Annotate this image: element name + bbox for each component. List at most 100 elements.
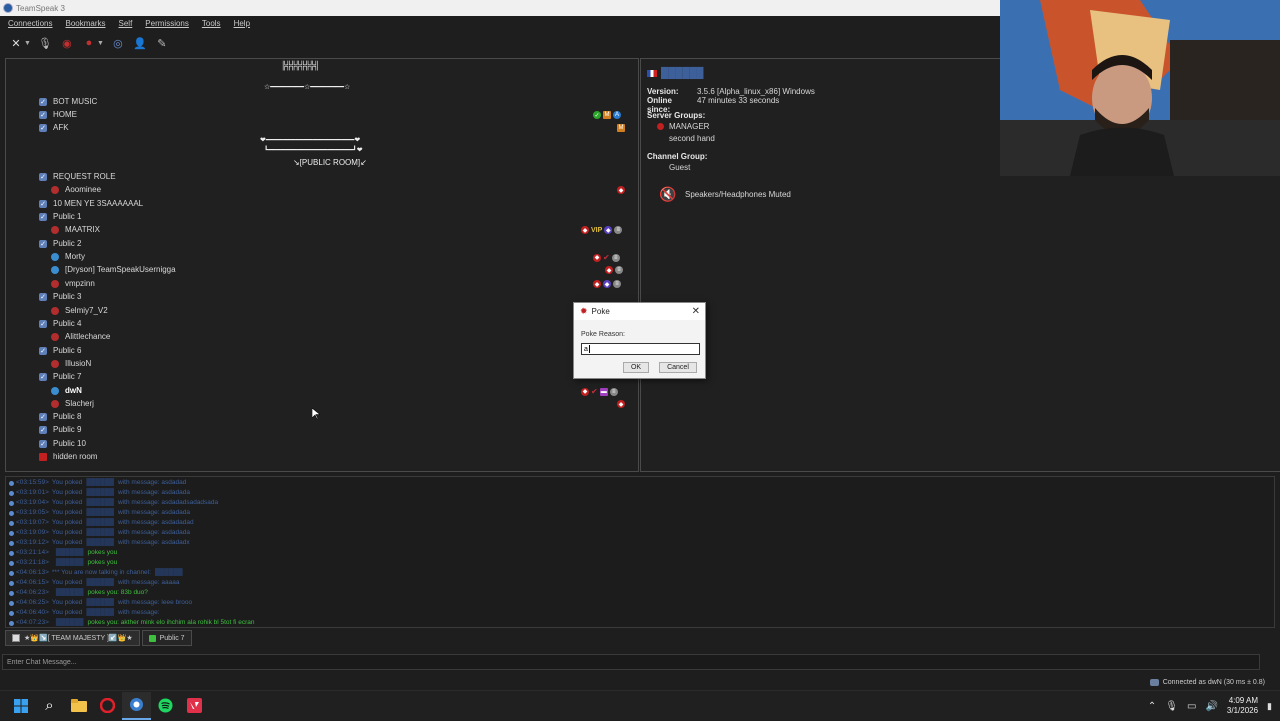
user-morty[interactable]: Morty (51, 250, 85, 263)
spotify-icon[interactable] (151, 692, 180, 720)
network-icon[interactable]: ▭ (1187, 701, 1196, 712)
user-aoominee[interactable]: Aoominee (51, 183, 101, 196)
chat-timestamp: <04:06:25> (16, 599, 49, 606)
channel-public-6[interactable]: ✓ Public 6 (39, 344, 81, 357)
chat-username[interactable]: ██████ (86, 598, 114, 608)
chat-username[interactable]: ██████ (86, 528, 114, 538)
channel-bot-music[interactable]: ✓ BOT MUSIC (39, 95, 97, 108)
menu-tools[interactable]: Tools (202, 19, 221, 28)
tab-public-7[interactable]: Public 7 (141, 630, 192, 646)
chevron-down-icon[interactable]: ▼ (24, 40, 31, 47)
chat-username[interactable]: ██████ (86, 478, 114, 488)
disconnect-icon[interactable]: ✕ (8, 35, 24, 51)
message-icon (9, 560, 14, 566)
valorant-icon[interactable] (180, 692, 209, 720)
chat-username[interactable]: ██████ (86, 498, 114, 508)
chat-username[interactable]: ██████ (86, 488, 114, 498)
shield-badge-icon: ◆ (605, 266, 613, 274)
chat-prefix: You poked (51, 529, 83, 536)
user-selmiy7[interactable]: Selmiy7_V2 (51, 304, 108, 317)
channel-public-3[interactable]: ✓ Public 3 (39, 290, 81, 303)
user-dwn[interactable]: dwN (51, 384, 82, 397)
menu-permissions[interactable]: Permissions (145, 19, 189, 28)
volume-icon[interactable]: 🔊 (1205, 701, 1217, 712)
shield-purple-icon: ◆ (604, 226, 613, 234)
message-icon (9, 570, 14, 576)
chat-message: <03:19:07> You poked ██████ with message: a… (6, 518, 1274, 528)
chat-username[interactable]: ██████ (56, 558, 84, 568)
chat-timestamp: <03:19:05> (16, 509, 49, 516)
channel-public-10[interactable]: ✓ Public 10 (39, 437, 86, 450)
chevron-up-icon[interactable]: ⌃ (1148, 701, 1156, 712)
chat-username[interactable]: ██████ (86, 538, 114, 548)
contacts-icon[interactable]: 👤 (132, 35, 148, 51)
menu-help[interactable]: Help (234, 19, 250, 28)
channel-public-2[interactable]: ✓ Public 2 (39, 237, 81, 250)
menu-connections[interactable]: Connections (8, 19, 52, 28)
channel-public-8[interactable]: ✓ Public 8 (39, 410, 81, 423)
message-icon (9, 600, 14, 606)
connection-icon (1149, 678, 1159, 686)
chat-username[interactable]: ██████ (86, 508, 114, 518)
menu-bookmarks[interactable]: Bookmarks (65, 19, 105, 28)
menu-self[interactable]: Self (119, 19, 133, 28)
chat-username[interactable]: ██████ (86, 518, 114, 528)
version-label: Version: (647, 87, 679, 96)
chat-log[interactable]: <03:15:59> You poked ██████ with message: a… (5, 476, 1275, 628)
channel-home[interactable]: ✓ HOME (39, 108, 77, 121)
dialog-title: Poke (591, 307, 610, 316)
chat-icon[interactable]: ◎ (110, 35, 126, 51)
chat-username[interactable]: ██████ (155, 568, 183, 578)
ok-button[interactable]: OK (623, 362, 649, 373)
user-slacherj[interactable]: Slacherj (51, 397, 94, 410)
opera-icon[interactable] (93, 692, 122, 720)
search-icon[interactable]: ⌕ (35, 692, 64, 720)
speaker-mute-icon[interactable]: ◉ (59, 35, 75, 51)
file-explorer-icon[interactable] (64, 692, 93, 720)
chevron-down-icon[interactable]: ▼ (97, 40, 104, 47)
user-vmpzinn[interactable]: vmpzinn (51, 277, 95, 290)
channel-public-4[interactable]: ✓ Public 4 (39, 317, 81, 330)
chat-username[interactable]: ██████ (56, 548, 84, 558)
windows-start-icon[interactable] (6, 692, 35, 720)
chat-prefix: You poked (51, 509, 83, 516)
user-dryson[interactable]: [Dryson] TeamSpeakUsernigga (51, 263, 176, 276)
message-icon (9, 590, 14, 596)
channel-hidden-room[interactable]: hidden room (39, 450, 97, 463)
channel-public-7[interactable]: ✓ Public 7 (39, 370, 81, 383)
channel-public-1[interactable]: ✓ Public 1 (39, 210, 81, 223)
tab-server[interactable]: ★👑↘️[ TEAM MAJESTY ]↙️👑★ (5, 630, 140, 646)
rank-icon: ≡ (615, 266, 623, 274)
close-icon[interactable]: ✕ (692, 306, 700, 317)
chat-username[interactable]: ██████ (56, 618, 84, 627)
server-groups-label: Server Groups: (647, 111, 706, 120)
chat-username[interactable]: ██████ (56, 588, 84, 598)
notification-icon[interactable]: ▮ (1267, 701, 1272, 712)
away-icon[interactable]: ● (81, 35, 97, 51)
spacer-deco-2: ┗━━━━━━━━━━━━━━━━━━━━┛❤ (264, 147, 363, 154)
poke-reason-input[interactable]: a (581, 343, 700, 355)
message-icon (9, 500, 14, 506)
teamspeak-icon[interactable] (122, 691, 151, 720)
channel-request-role[interactable]: ✓ REQUEST ROLE (39, 170, 116, 183)
channel-public-9[interactable]: ✓ Public 9 (39, 423, 81, 436)
cancel-button[interactable]: Cancel (659, 362, 697, 373)
chat-message: <04:07:23> ██████ pokes you: akther mink e… (6, 618, 1274, 627)
whisper-icon[interactable]: ✎ (154, 35, 170, 51)
rank-icon: ≡ (609, 387, 618, 396)
rank-icon: ≡ (614, 226, 623, 234)
chat-input[interactable]: Enter Chat Message... (2, 654, 1260, 670)
mic-mute-icon[interactable]: 🎙 (37, 35, 53, 51)
clock[interactable]: 4:09 AM 3/1/2026 (1227, 696, 1258, 716)
server-badges: ✓ M A (593, 111, 621, 119)
microphone-icon[interactable]: 🎙 (1165, 701, 1178, 712)
chat-username[interactable]: ██████ (86, 608, 114, 618)
user-maatrix[interactable]: MAATRIX (51, 223, 100, 236)
chat-timestamp: <03:15:59> (16, 479, 49, 486)
channel-10-men[interactable]: ✓ 10 MEN YE 3SAAAAAAL (39, 197, 143, 210)
channel-afk[interactable]: ✓ AFK (39, 121, 69, 134)
user-alittlechance[interactable]: Alittlechance (51, 330, 110, 343)
chat-username[interactable]: ██████ (86, 578, 114, 588)
chat-message: <04:06:13> *** You are now talking in cha… (6, 568, 1274, 578)
user-illusion[interactable]: IllusioN (51, 357, 91, 370)
